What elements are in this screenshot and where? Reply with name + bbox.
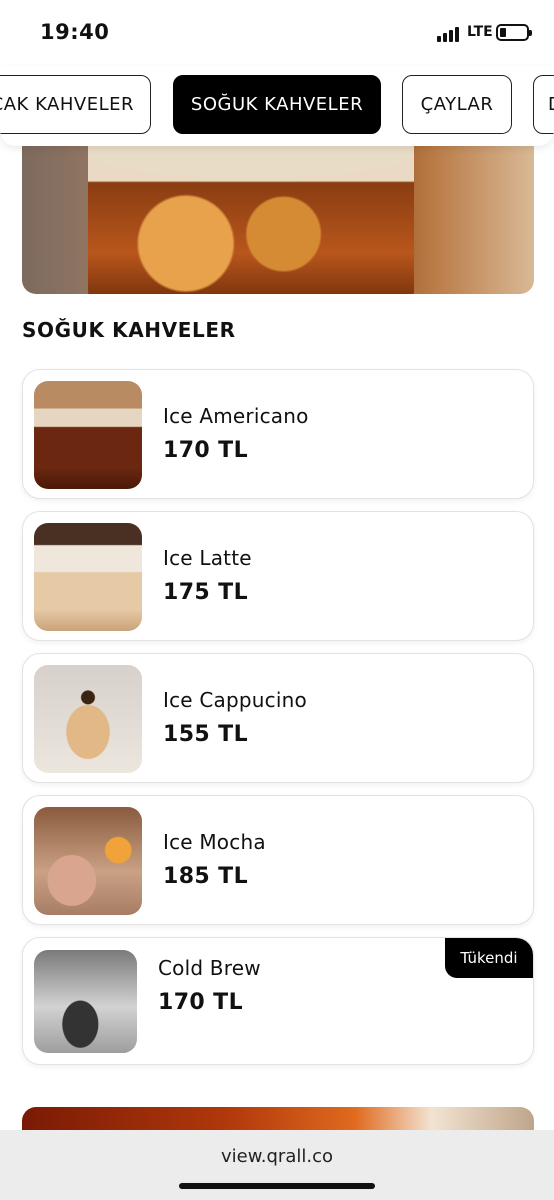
product-card-cold-brew[interactable]: Cold Brew 170 TL Tükendi: [22, 937, 534, 1065]
product-price: 175 TL: [163, 580, 249, 605]
product-price: 170 TL: [163, 438, 249, 463]
tab-sicak-kahveler[interactable]: CAK KAHVELER: [0, 75, 151, 134]
product-card-ice-cappucino[interactable]: Ice Cappucino 155 TL: [22, 653, 534, 783]
product-name: Ice Cappucino: [163, 688, 307, 712]
product-price: 170 TL: [158, 990, 244, 1015]
network-type-label: LTE: [467, 24, 493, 40]
product-card-ice-americano[interactable]: Ice Americano 170 TL: [22, 369, 534, 499]
product-name: Ice Americano: [163, 404, 309, 428]
product-price: 155 TL: [163, 722, 249, 747]
status-time: 19:40: [40, 20, 110, 44]
product-name: Ice Mocha: [163, 830, 266, 854]
cellular-signal-icon: [437, 26, 461, 42]
product-image: [34, 950, 137, 1053]
product-name: Ice Latte: [163, 546, 252, 570]
product-image: [34, 807, 142, 915]
status-bar: 19:40 LTE: [0, 0, 554, 66]
tab-soguk-kahveler[interactable]: SOĞUK KAHVELER: [173, 75, 381, 134]
product-card-ice-mocha[interactable]: Ice Mocha 185 TL: [22, 795, 534, 925]
url-text: view.qrall.co: [220, 1146, 333, 1167]
tab-caylar[interactable]: ÇAYLAR: [402, 75, 512, 134]
product-name: Cold Brew: [158, 956, 261, 980]
tab-next-category[interactable]: D: [533, 75, 554, 134]
category-tabs: CAK KAHVELER SOĞUK KAHVELER ÇAYLAR D: [0, 66, 554, 146]
home-indicator[interactable]: [179, 1183, 375, 1189]
product-price: 185 TL: [163, 864, 249, 889]
product-image: [34, 523, 142, 631]
sold-out-badge: Tükendi: [445, 938, 533, 978]
product-image: [34, 381, 142, 489]
category-hero-image: [22, 120, 534, 294]
battery-icon: [496, 24, 532, 41]
product-card-ice-latte[interactable]: Ice Latte 175 TL: [22, 511, 534, 641]
product-image: [34, 665, 142, 773]
section-title: SOĞUK KAHVELER: [22, 318, 236, 342]
browser-address-bar[interactable]: view.qrall.co: [0, 1130, 554, 1200]
